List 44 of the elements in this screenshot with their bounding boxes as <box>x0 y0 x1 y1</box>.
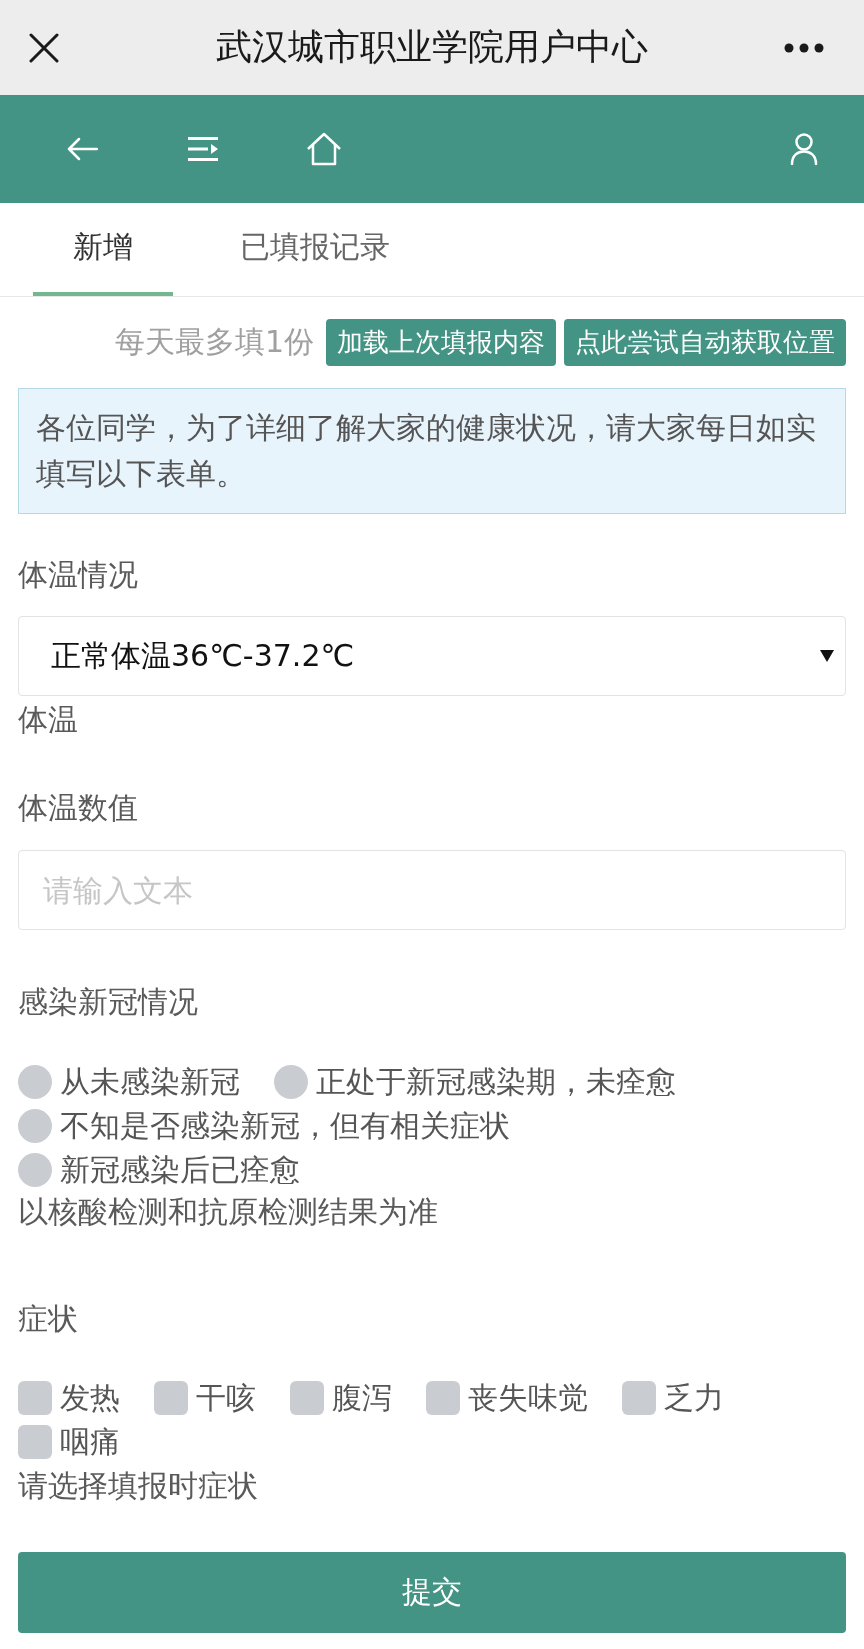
checkbox-label[interactable]: 乏力 <box>664 1377 724 1419</box>
select-field[interactable]: 正常体温36℃-37.2℃ <box>18 616 846 696</box>
action-button[interactable]: 点此尝试自动获取位置 <box>564 319 846 366</box>
help-text: 请选择填报时症状 <box>18 1467 259 1505</box>
tab[interactable]: 已填报记录 <box>200 203 430 296</box>
radio-button[interactable] <box>274 1065 308 1099</box>
radio-button[interactable] <box>18 1153 52 1187</box>
more-icon[interactable] <box>784 42 824 53</box>
checkbox[interactable] <box>290 1381 324 1415</box>
field-label: 症状 <box>18 1300 79 1338</box>
checkbox-label[interactable]: 丧失味觉 <box>468 1377 588 1419</box>
checkbox[interactable] <box>18 1425 52 1459</box>
radio-label[interactable]: 新冠感染后已痊愈 <box>60 1149 300 1191</box>
radio-label[interactable]: 正处于新冠感染期，未痊愈 <box>316 1061 676 1103</box>
help-text: 以核酸检测和抗原检测结果为准 <box>18 1193 439 1231</box>
radio-button[interactable] <box>18 1065 52 1099</box>
field-label: 体温情况 <box>18 556 139 594</box>
checkbox-label[interactable]: 腹泻 <box>332 1377 392 1419</box>
field-label: 体温数值 <box>18 789 139 827</box>
radio-label[interactable]: 从未感染新冠 <box>60 1061 240 1103</box>
checkbox[interactable] <box>622 1381 656 1415</box>
radio-button[interactable] <box>18 1109 52 1143</box>
page-title: 武汉城市职业学院用户中心 <box>216 25 648 69</box>
radio-label[interactable]: 不知是否感染新冠，但有相关症状 <box>60 1105 510 1147</box>
close-icon[interactable] <box>29 32 59 63</box>
checkbox[interactable] <box>426 1381 460 1415</box>
checkbox[interactable] <box>154 1381 188 1415</box>
tab[interactable]: 新增 <box>33 203 173 296</box>
back-arrow-icon[interactable] <box>66 137 98 161</box>
notice-box: 各位同学，为了详细了解大家的健康状况，请大家每日如实填写以下表单。 <box>18 388 846 514</box>
checkbox-label[interactable]: 咽痛 <box>60 1421 120 1463</box>
user-icon[interactable] <box>790 133 818 165</box>
dropdown-caret-icon <box>820 650 834 662</box>
submit-button[interactable]: 提交 <box>18 1552 846 1633</box>
action-button[interactable]: 加载上次填报内容 <box>326 319 556 366</box>
menu-icon[interactable] <box>187 136 219 162</box>
checkbox-label[interactable]: 干咳 <box>196 1377 256 1419</box>
field-label: 感染新冠情况 <box>18 983 199 1021</box>
daily-limit-note: 每天最多填1份 <box>114 323 314 361</box>
home-icon[interactable] <box>306 132 342 166</box>
checkbox[interactable] <box>18 1381 52 1415</box>
input-field[interactable]: 请输入文本 <box>18 850 846 930</box>
help-text: 体温 <box>18 701 79 739</box>
checkbox-label[interactable]: 发热 <box>60 1377 120 1419</box>
